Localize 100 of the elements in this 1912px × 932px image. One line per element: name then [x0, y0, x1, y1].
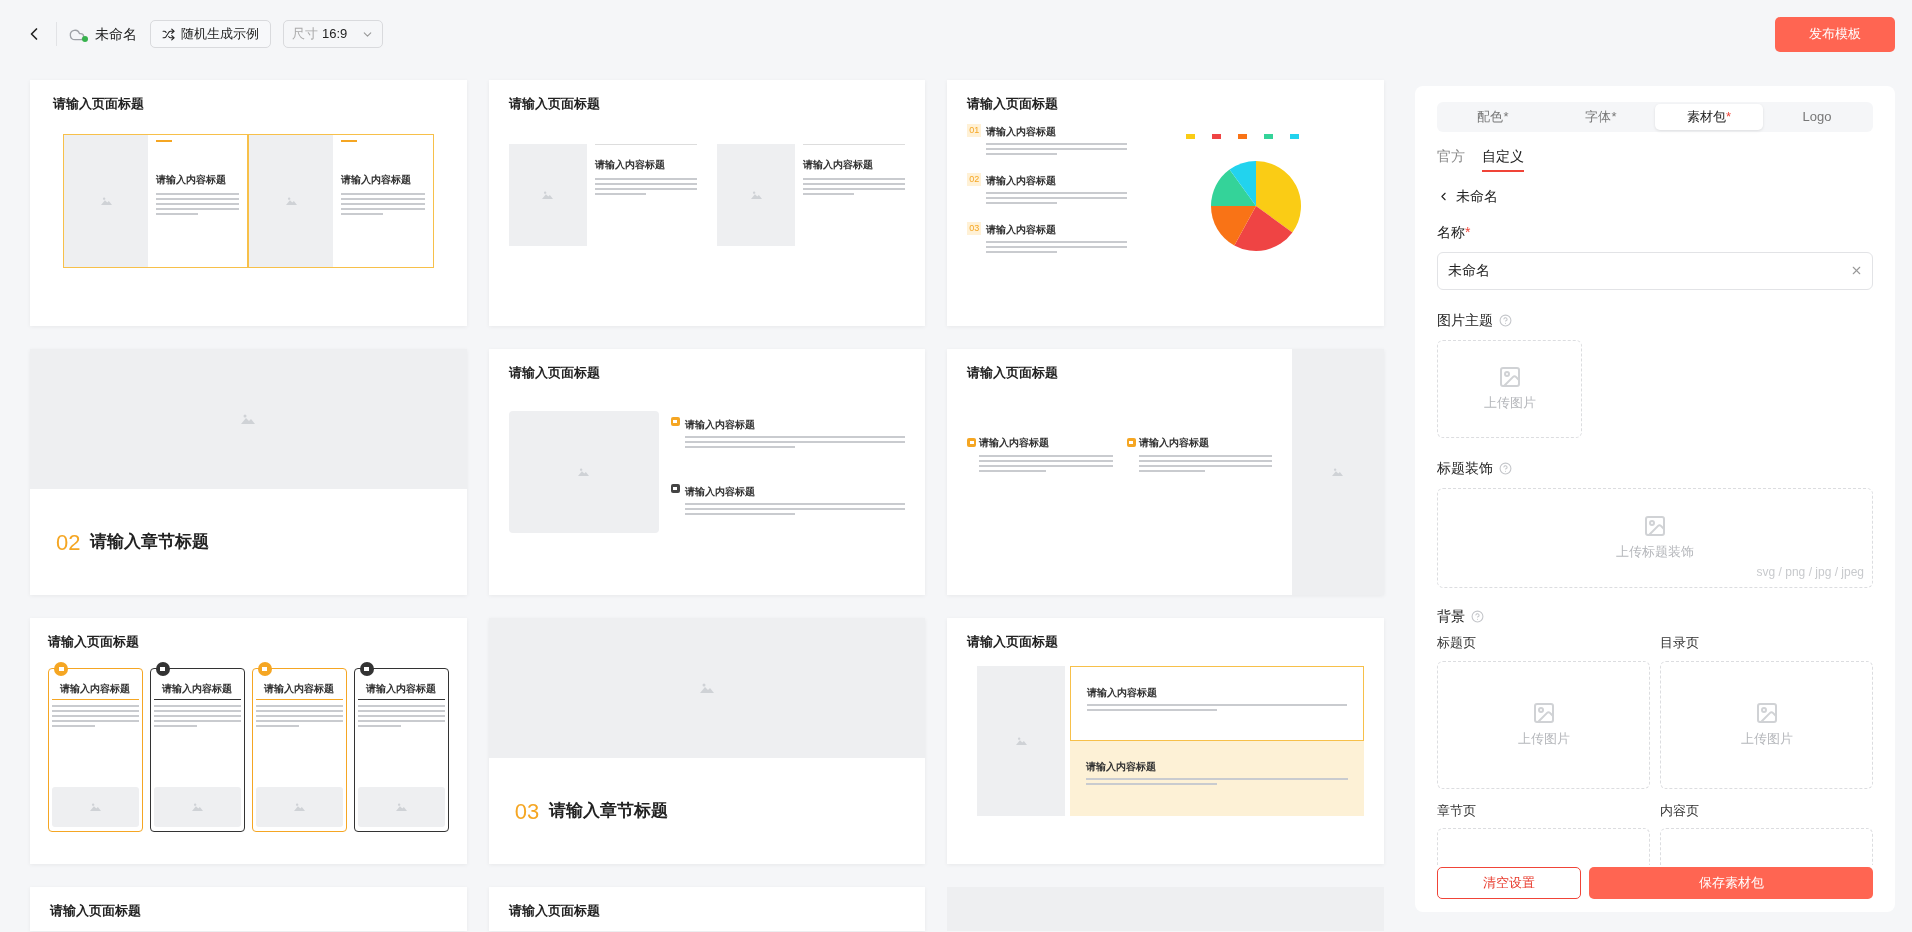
slide-title: 请输入页面标题	[508, 902, 601, 920]
field-label: 章节页	[1437, 801, 1477, 820]
help-icon[interactable]	[1471, 610, 1484, 623]
content-heading: 请输入内容标题	[59, 681, 132, 696]
name-input[interactable]: 未命名	[1437, 252, 1873, 290]
size-value: 16:9	[322, 25, 348, 44]
image-icon	[395, 802, 407, 811]
image-icon	[1332, 468, 1344, 476]
back-link[interactable]: 未命名	[1437, 186, 1873, 207]
content-heading: 请输入内容标题	[1086, 759, 1158, 774]
slide-title: 请输入页面标题	[48, 633, 140, 651]
content-heading: 请输入内容标题	[161, 681, 234, 696]
section-label: 背景	[1437, 607, 1465, 626]
document-title: 未命名	[95, 24, 137, 44]
subtab[interactable]: 自定义	[1482, 146, 1524, 172]
content-heading: 请输入内容标题	[986, 124, 1058, 139]
cloud-status-icon	[69, 27, 87, 41]
tab[interactable]: 素材包*	[1655, 104, 1763, 130]
field-label: 名称*	[1437, 224, 1471, 240]
image-icon	[578, 467, 590, 476]
section-label: 标题装饰	[1437, 459, 1493, 478]
content-heading: 请输入内容标题	[803, 157, 874, 172]
chapter-number: 02	[56, 528, 81, 557]
image-icon	[1015, 736, 1027, 745]
slide-card[interactable]: 请输入页面标题 请输入内容标题 请输入内容标题	[488, 349, 926, 595]
upload-label: 上传图片	[1740, 729, 1793, 748]
content-heading: 请输入内容标题	[341, 172, 413, 187]
legend-swatch	[1237, 133, 1247, 139]
content-heading: 请输入内容标题	[986, 222, 1058, 237]
content-heading: 请输入内容标题	[594, 157, 666, 172]
content-heading: 请输入内容标题	[365, 681, 438, 696]
help-icon[interactable]	[1499, 462, 1512, 475]
image-icon	[750, 190, 762, 199]
slide-card[interactable]: 03 请输入章节标题	[488, 618, 926, 864]
tab[interactable]: Logo	[1763, 104, 1871, 130]
image-icon	[1531, 700, 1556, 725]
image-icon	[542, 190, 554, 199]
image-icon	[191, 802, 203, 811]
slide-title: 请输入页面标题	[967, 95, 1060, 113]
slide-title: 请输入页面标题	[50, 902, 142, 920]
field-label: 目录页	[1660, 634, 1700, 652]
help-icon[interactable]	[1499, 314, 1512, 327]
size-select[interactable]: 尺寸 16:9	[283, 20, 383, 48]
image-icon	[700, 683, 714, 693]
number-badge: 03	[967, 221, 982, 235]
slide-title: 请输入页面标题	[967, 364, 1060, 382]
image-icon	[293, 802, 305, 811]
upload-label: 上传图片	[1483, 394, 1536, 413]
image-icon	[285, 196, 297, 205]
legend-swatch	[1185, 133, 1195, 139]
slide-title: 请输入页面标题	[508, 95, 601, 113]
content-heading: 请输入内容标题	[986, 173, 1058, 188]
upload-label: 上传图片	[1517, 729, 1570, 748]
slide-card[interactable]: 请输入页面标题 请输入内容标题 请输入内容标题 请输入内容标题 请输入内容标题	[30, 618, 467, 864]
image-icon	[89, 802, 101, 811]
slide-card[interactable]: 请输入页面标题	[488, 887, 926, 931]
slide-card[interactable]: 请输入页面标题 请输入内容标题 请输入内容标题	[947, 349, 1384, 595]
clear-settings-button[interactable]: 清空设置	[1437, 867, 1581, 899]
legend-swatch	[1289, 133, 1299, 139]
number-badge: 01	[967, 123, 982, 137]
slide-card[interactable]: 请输入页面标题 01 请输入内容标题 02 请输入内容标题 03 请输入内容标题	[947, 80, 1384, 326]
slide-card[interactable]: 请输入页面标题 请输入内容标题 请输入内容标题	[488, 80, 926, 326]
image-icon	[1497, 365, 1522, 390]
content-heading: 请输入内容标题	[1138, 435, 1209, 450]
content-heading: 请输入内容标题	[979, 435, 1050, 450]
content-heading: 请输入内容标题	[263, 681, 336, 696]
slide-title: 请输入页面标题	[967, 633, 1060, 651]
image-icon	[1643, 514, 1667, 539]
content-heading: 请输入内容标题	[684, 417, 756, 432]
section-label: 图片主题	[1437, 311, 1493, 330]
shuffle-icon	[162, 27, 175, 41]
clear-icon[interactable]	[1850, 264, 1863, 277]
slide-title: 请输入页面标题	[53, 95, 145, 113]
square-icon	[1126, 437, 1136, 447]
chapter-number: 03	[514, 797, 540, 826]
field-label: 标题页	[1437, 634, 1477, 652]
image-icon	[1754, 700, 1779, 725]
slide-card[interactable]: 02 请输入章节标题	[30, 349, 467, 595]
square-icon	[967, 437, 977, 447]
image-icon	[241, 414, 256, 424]
content-heading: 请输入内容标题	[1087, 685, 1159, 700]
tab[interactable]: 配色*	[1439, 104, 1547, 130]
image-icon	[100, 196, 112, 205]
chapter-title: 请输入章节标题	[549, 800, 669, 823]
tab[interactable]: 字体*	[1547, 104, 1655, 130]
chapter-title: 请输入章节标题	[90, 531, 210, 554]
content-heading: 请输入内容标题	[156, 172, 227, 187]
random-example-button[interactable]: 随机生成示例	[150, 20, 271, 48]
subtab[interactable]: 官方	[1437, 146, 1465, 172]
legend-swatch	[1263, 133, 1273, 139]
slide-title: 请输入页面标题	[508, 364, 601, 382]
upload-label: 上传标题装饰	[1616, 543, 1694, 562]
slide-card[interactable]: 请输入页面标题 请输入内容标题 请输入内容标题	[947, 618, 1384, 864]
legend-swatch	[1211, 133, 1221, 139]
slide-card[interactable]: 请输入页面标题	[30, 887, 467, 931]
field-label: 内容页	[1660, 801, 1700, 820]
size-label: 尺寸	[292, 25, 318, 44]
content-heading: 请输入内容标题	[684, 484, 756, 499]
number-badge: 02	[967, 172, 982, 186]
slide-card[interactable]: 请输入页面标题 请输入内容标题 请输入内容标题	[30, 80, 467, 326]
